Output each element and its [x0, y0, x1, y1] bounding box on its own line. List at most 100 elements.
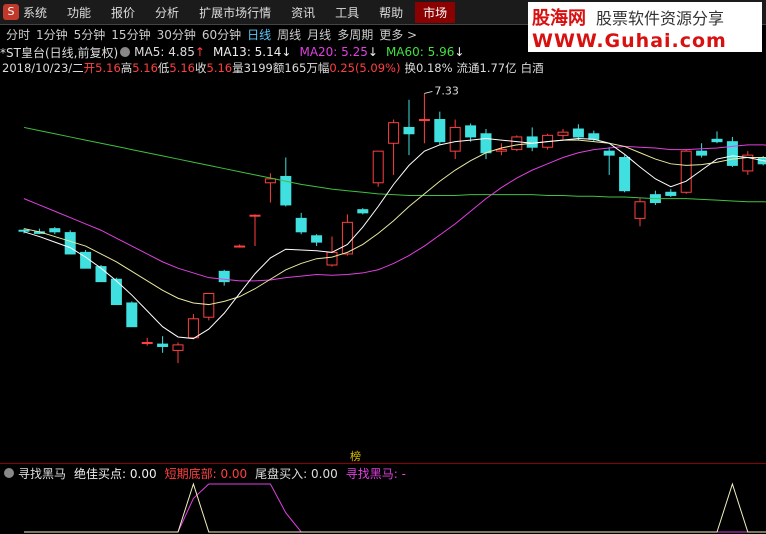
menu-system[interactable]: 系统 [23, 4, 47, 21]
high-mark-pointer [424, 90, 433, 94]
high-label: 高 [120, 61, 133, 75]
indicator-name[interactable]: 寻找黑马 [18, 465, 66, 482]
candle-body [588, 133, 600, 140]
candle-body [526, 136, 538, 148]
tail-buy-value: 尾盘买入: 0.00 [255, 466, 338, 481]
kline-chart[interactable]: 7.33 [0, 76, 766, 462]
rank-marker[interactable]: 榜 [350, 448, 361, 464]
candle-body [234, 245, 246, 248]
turnover-value: 0.18% [415, 61, 453, 75]
candle-body [480, 133, 492, 154]
menu-news[interactable]: 资讯 [291, 4, 315, 21]
tab-intraday[interactable]: 分时 [6, 26, 30, 43]
candle-body [603, 150, 615, 156]
tab-5min[interactable]: 5分钟 [74, 26, 106, 43]
ma20-line [23, 144, 766, 282]
candle-body [64, 232, 76, 255]
tab-multi-period[interactable]: 多周期 [337, 26, 373, 43]
high-value: 5.16 [132, 61, 158, 75]
ma20-down-arrow-icon: ↓ [367, 45, 378, 59]
ma60-down-arrow-icon: ↓ [454, 45, 465, 59]
tab-30min[interactable]: 30分钟 [157, 26, 196, 43]
short-bottom-line [24, 483, 766, 533]
best-buy-line [24, 482, 766, 533]
ma-info-line: *ST皇台(日线,前复权) MA5: 4.85 ↑ MA13: 5.14 ↓ M… [0, 44, 464, 60]
ma13-line [23, 139, 766, 306]
candle-body [311, 235, 323, 243]
turnover-label: 换 [404, 61, 416, 75]
tab-weekly[interactable]: 周线 [277, 26, 301, 43]
open-value: 5.16 [95, 61, 121, 75]
ma20-value: MA20: 5.25 [299, 45, 368, 59]
settings-circle-icon[interactable] [120, 47, 131, 57]
menu-analysis[interactable]: 分析 [155, 4, 179, 21]
candle-body [264, 178, 276, 184]
menu-quote[interactable]: 报价 [111, 4, 135, 21]
candle-body [495, 149, 507, 152]
candle-body [187, 318, 199, 339]
menu-help[interactable]: 帮助 [379, 4, 403, 21]
tab-daily[interactable]: 日线 [247, 26, 271, 43]
candle-body [203, 292, 215, 318]
tab-60min[interactable]: 60分钟 [202, 26, 241, 43]
candle-body [680, 150, 692, 193]
tab-15min[interactable]: 15分钟 [111, 26, 150, 43]
indicator-chart[interactable] [0, 480, 766, 534]
amount-value: 165万 [284, 61, 318, 75]
candle-body [126, 302, 138, 328]
brand-watermark: 股海网 股票软件资源分享 WWW.Guhai.com [528, 2, 762, 52]
candle-body [557, 131, 569, 136]
indicator-header: 寻找黑马 绝佳买点: 0.00 短期底部: 0.00 尾盘买入: 0.00 寻找… [2, 465, 406, 481]
best-buy-value: 绝佳买点: 0.00 [74, 466, 157, 481]
candle-body [326, 251, 338, 266]
low-value: 5.16 [169, 61, 195, 75]
float-label: 流通 [456, 61, 480, 75]
menu-extended-market[interactable]: 扩展市场行情 [199, 4, 271, 21]
volume-value: 3199 [243, 61, 273, 75]
candle-body [434, 119, 446, 143]
candle-body [249, 214, 261, 217]
candle-body [403, 126, 415, 135]
menu-market[interactable]: 市场 [415, 1, 456, 23]
open-label: 开 [83, 61, 96, 75]
indicator-settings-icon[interactable] [4, 468, 14, 478]
volume-label: 量 [232, 61, 244, 75]
close-label: 收 [195, 61, 207, 75]
low-label: 低 [157, 61, 170, 75]
candle-body [418, 119, 430, 122]
tab-more[interactable]: 更多 > [379, 26, 417, 43]
candle-body [511, 136, 523, 151]
close-value: 5.16 [206, 61, 233, 75]
app-logo-icon: S [3, 4, 19, 20]
candle-body [465, 125, 477, 138]
period-tabs: 分时 1分钟 5分钟 15分钟 30分钟 60分钟 日线 周线 月线 多周期 更… [0, 25, 417, 43]
tab-monthly[interactable]: 月线 [307, 26, 331, 43]
candle-body [110, 278, 122, 306]
brand-url: WWW.Guhai.com [532, 30, 727, 52]
brand-tagline: 股票软件资源分享 [596, 9, 725, 28]
candle-body [696, 150, 708, 156]
candle-body [388, 122, 400, 144]
ma5-up-arrow-icon: ↑ [194, 45, 205, 59]
stock-title[interactable]: *ST皇台(日线,前复权) [0, 44, 118, 61]
candle-body [619, 156, 631, 192]
menu-function[interactable]: 功能 [67, 4, 91, 21]
candle-body [711, 138, 723, 143]
candle-body [18, 229, 30, 232]
ma13-down-arrow-icon: ↓ [281, 45, 292, 59]
ma5-value: MA5: 4.85 [134, 45, 195, 59]
candle-body [726, 141, 738, 166]
candle-body [295, 217, 307, 233]
change-label: 幅 [317, 61, 330, 75]
sector-label: 白酒 [520, 61, 544, 75]
quote-info-line: 2018/10/23/二 开 5.16 高 5.16 低 5.16 收 5.16 量 31… [2, 60, 544, 76]
candle-body [141, 342, 153, 345]
high-mark-label: 7.33 [434, 84, 459, 97]
quote-date: 2018/10/23/二 [2, 61, 84, 75]
short-bottom-value: 短期底部: 0.00 [164, 466, 248, 481]
ma13-value: MA13: 5.14 [212, 45, 282, 59]
black-horse-value: 寻找黑马: - [345, 466, 406, 481]
menu-tools[interactable]: 工具 [335, 4, 359, 21]
tab-1min[interactable]: 1分钟 [36, 26, 68, 43]
candle-body [634, 201, 646, 219]
